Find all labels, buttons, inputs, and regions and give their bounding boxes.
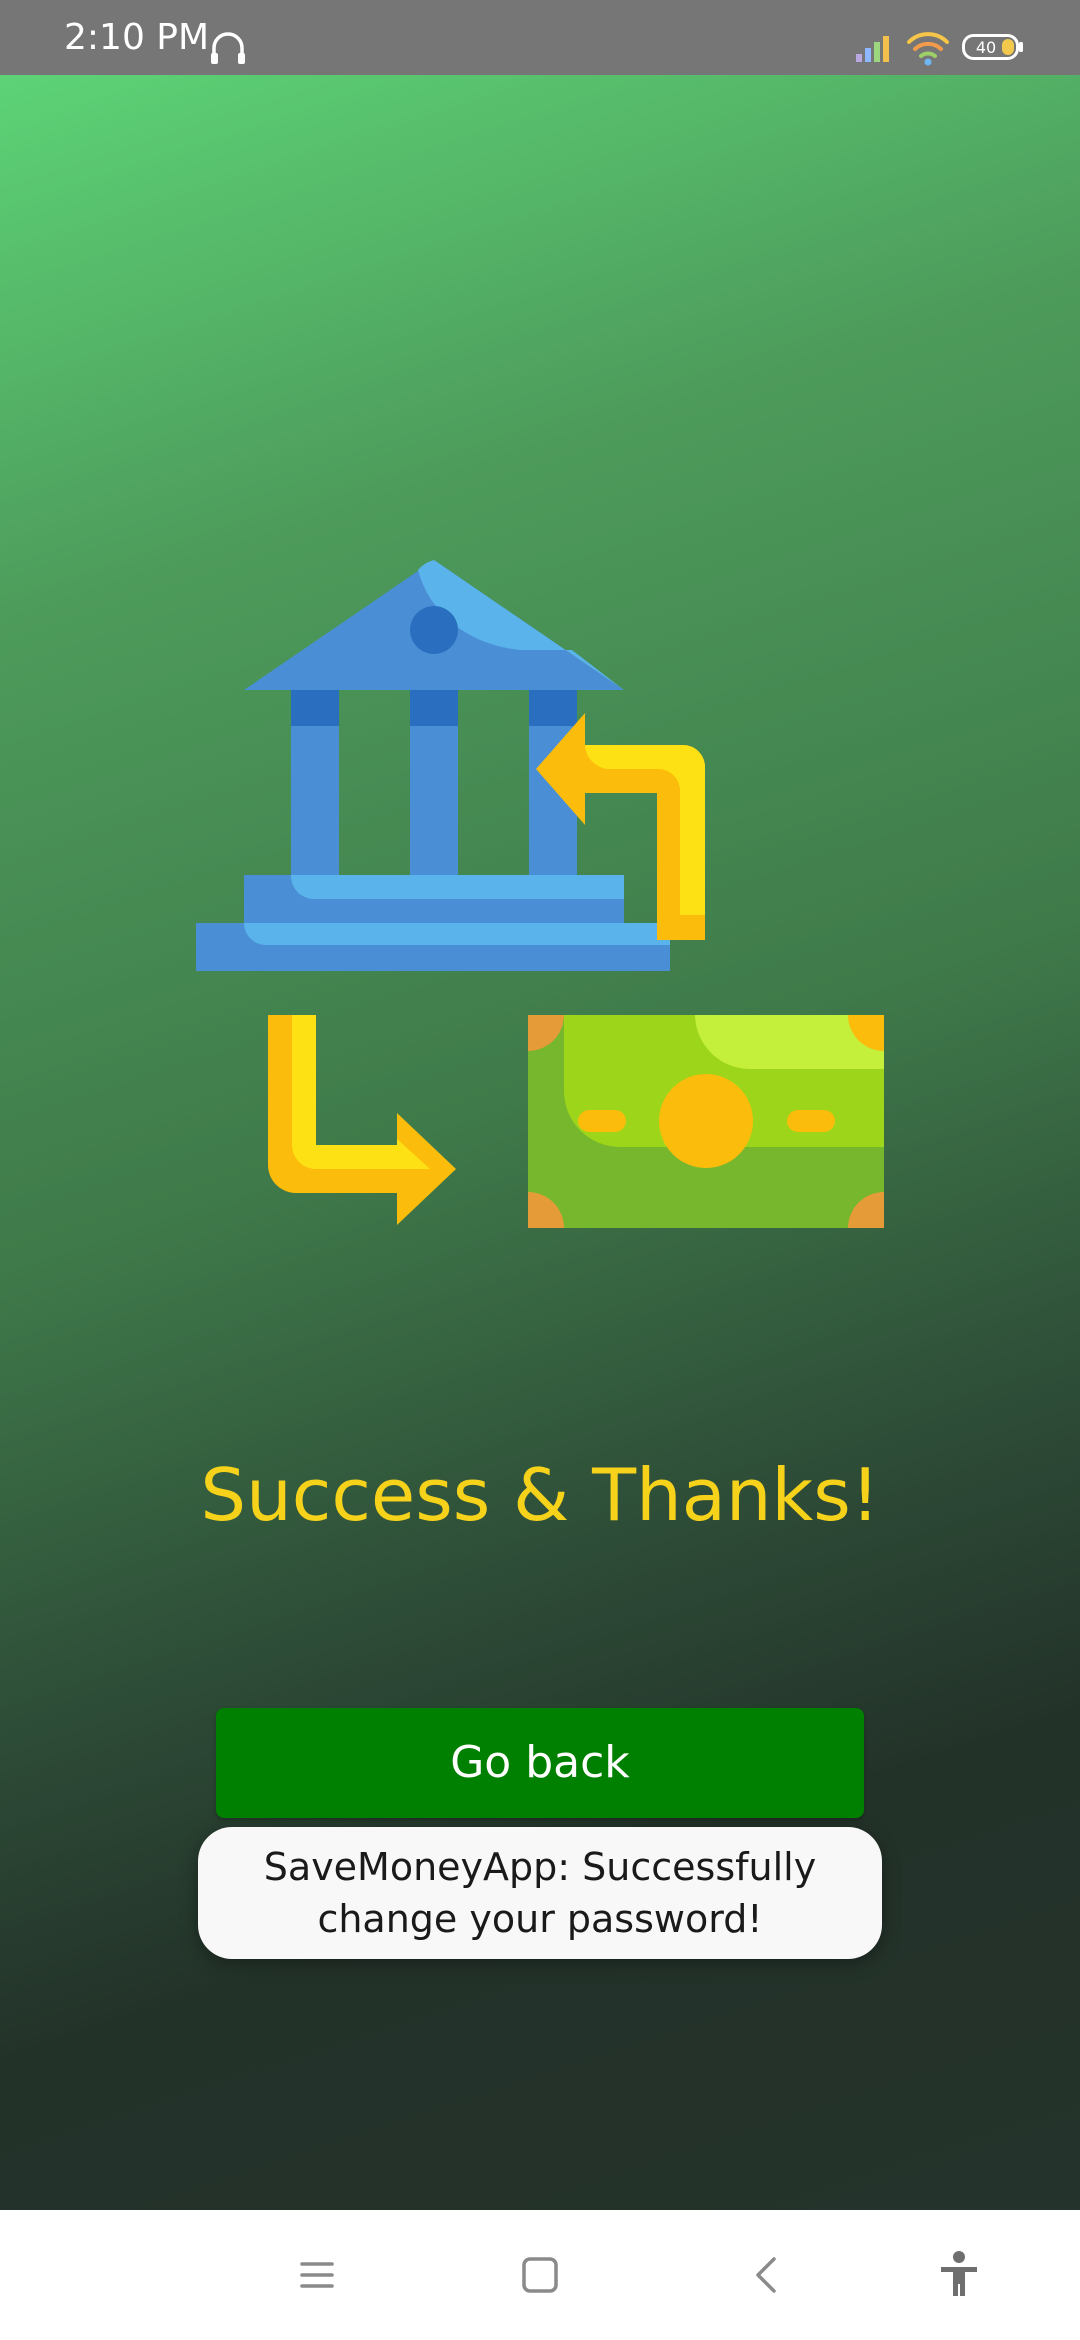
arrow-right-icon <box>268 1015 456 1225</box>
status-bar: 2:10 PM 40 <box>0 0 1080 75</box>
toast-line-1: SaveMoneyApp: Successfully <box>263 1845 817 1889</box>
status-time: 2:10 PM <box>64 17 210 58</box>
money-bill-icon <box>528 1015 884 1228</box>
go-back-button[interactable]: Go back <box>216 1708 864 1818</box>
battery-icon: 40 <box>962 34 1024 64</box>
toast-message: SaveMoneyApp: Successfully change your p… <box>198 1827 882 1959</box>
wifi-icon <box>906 28 950 72</box>
screen: 2:10 PM 40 Success & Thanks! Go back Sav… <box>0 0 1080 2340</box>
navigation-bar <box>0 2210 1080 2340</box>
signal-icon <box>856 32 896 66</box>
headphones-icon <box>208 28 248 72</box>
home-icon[interactable] <box>505 2240 575 2310</box>
menu-icon[interactable] <box>282 2240 352 2310</box>
success-headline: Success & Thanks! <box>200 1453 880 1537</box>
accessibility-icon[interactable] <box>924 2240 994 2310</box>
bank-money-transfer-illustration <box>196 560 884 1228</box>
back-icon[interactable] <box>732 2240 802 2310</box>
battery-level: 40 <box>976 38 996 57</box>
toast-line-2: change your password! <box>317 1897 763 1941</box>
app-content: Success & Thanks! Go back SaveMoneyApp: … <box>0 75 1080 2210</box>
